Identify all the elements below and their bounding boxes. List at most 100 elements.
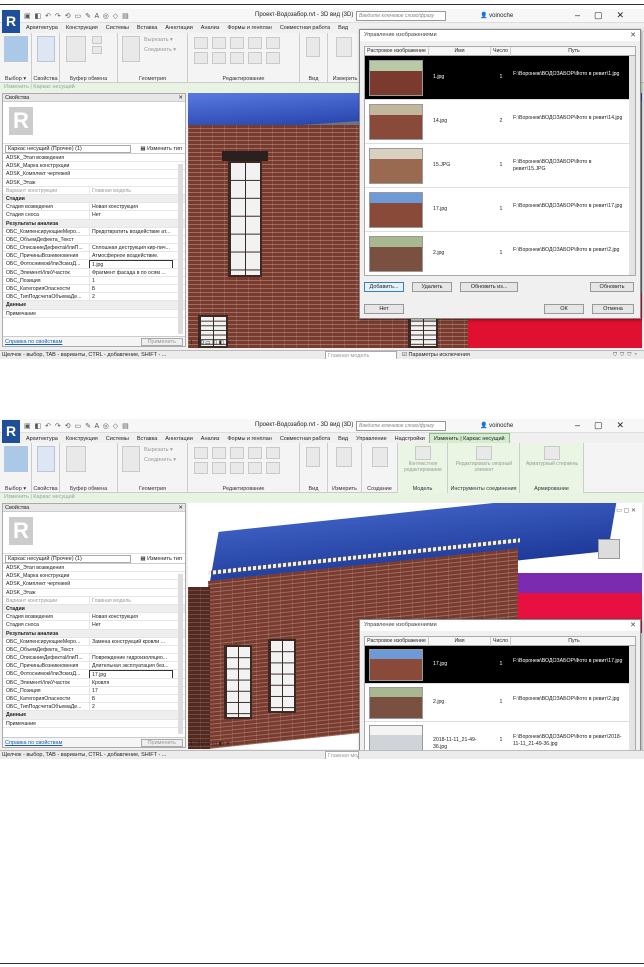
property-value[interactable]: Новая конструкция <box>89 613 173 621</box>
property-row[interactable]: ADSK_Этаж <box>3 589 185 597</box>
property-row[interactable]: ОБС_КатегорияОпасности Б <box>3 285 185 294</box>
quick-access-toolbar[interactable]: ▣ ◧ ↶ ↷ ⟲ ▭ ✎ A ◎ ◇ ▤ <box>24 422 224 431</box>
ok-button[interactable]: ОК <box>544 304 584 314</box>
table-row[interactable]: 2.jpg 1 F:\Воронеж\ВОДОЗАБОР\Фото в ревит\… <box>365 684 635 722</box>
property-row[interactable]: Вариант конструкции Главная модель <box>3 596 185 605</box>
rotate-icon[interactable] <box>194 52 208 64</box>
property-row[interactable]: Примечание <box>3 720 185 728</box>
no-button[interactable]: Нет <box>364 304 404 314</box>
table-row[interactable]: 2.jpg 1 F:\Воронеж\ВОДОЗАБОР\Фото в ревит\… <box>365 232 635 275</box>
cope-icon[interactable] <box>122 446 140 472</box>
window[interactable] <box>224 645 252 719</box>
property-row[interactable]: ОБС_ОписаниеДефектаИлиП... Сплошная дестр… <box>3 244 185 253</box>
properties-section[interactable]: Данные <box>3 711 185 720</box>
type-selector[interactable]: Каркас несущий (Прочее) (1) ▦ Изменить ти… <box>3 144 185 154</box>
property-row[interactable]: ОБС_Позиция 1 <box>3 276 185 285</box>
property-row[interactable]: ADSK_Этап возведения <box>3 154 185 163</box>
property-row[interactable]: ADSK_Этаж <box>3 179 185 187</box>
paste-icon[interactable] <box>66 446 86 472</box>
tab-analyze[interactable]: Анализ <box>197 23 224 33</box>
scale-icon[interactable] <box>266 462 280 474</box>
window[interactable] <box>268 639 296 713</box>
apply-button[interactable]: Применить <box>140 338 183 346</box>
exclusions-checkbox[interactable]: ☑ Параметры исключения <box>402 351 470 359</box>
properties-section[interactable]: Результаты анализа <box>3 629 185 638</box>
close-icon[interactable]: ✕ <box>178 94 183 102</box>
add-button[interactable]: Добавить... <box>364 282 404 292</box>
property-row[interactable]: ОБС_ТипПодсчетаОбъемаДе... 2 <box>3 703 185 712</box>
properties-icon[interactable] <box>37 36 55 62</box>
properties-section[interactable]: Стадии <box>3 194 185 204</box>
property-row[interactable]: Примечание <box>3 310 185 318</box>
properties-help-link[interactable]: Справка по свойствам <box>5 339 62 345</box>
property-row[interactable]: ОБС_ОбъемДефекта_Текст <box>3 646 185 655</box>
tab-modify-structural-framing[interactable]: Изменить | Каркас несущий <box>428 433 510 443</box>
tab-architecture[interactable]: Архитектура <box>22 23 62 33</box>
property-row[interactable]: ОБС_КатегорияОпасности Б <box>3 695 185 704</box>
property-row[interactable]: Стадия возведения Новая конструкция <box>3 613 185 622</box>
side-wall[interactable] <box>188 587 210 749</box>
properties-section[interactable]: Стадии <box>3 604 185 614</box>
close-icon[interactable]: ✕ <box>630 30 636 41</box>
table-row[interactable]: 17.jpg 1 F:\Воронеж\ВОДОЗАБОР\Фото в ревит… <box>365 188 635 232</box>
modify-button[interactable] <box>4 36 28 62</box>
table-row[interactable]: 15.JPG 1 F:\Воронеж\ВОДОЗАБОР\Фото в ревит… <box>365 144 635 188</box>
copy-element-icon[interactable] <box>266 447 280 459</box>
property-row[interactable]: ОБС_ТипПодсчетаОбъемаДе... 2 <box>3 293 185 302</box>
hide-icon[interactable] <box>306 37 320 57</box>
close-icon[interactable]: ✕ <box>630 620 636 631</box>
viewport-window-controls[interactable]: ▭ ▢ ✕ <box>616 507 636 514</box>
property-value[interactable]: Замена конструкций кровли ... <box>89 637 173 645</box>
design-option-field[interactable]: Главная модель <box>325 351 397 359</box>
move-icon[interactable] <box>248 37 262 49</box>
table-row[interactable]: 14.jpg 2 F:\Воронеж\ВОДОЗАБОР\Фото в ревит… <box>365 100 635 144</box>
measure-icon[interactable] <box>336 37 352 57</box>
table-scrollbar[interactable] <box>629 646 635 759</box>
property-value[interactable]: Б <box>89 695 173 703</box>
property-value[interactable]: 2 <box>89 293 173 301</box>
measure-icon[interactable] <box>336 447 352 467</box>
property-row[interactable]: Стадия сноса Нет <box>3 211 185 220</box>
property-value[interactable]: 2 <box>89 703 173 711</box>
property-value[interactable]: 17 <box>89 686 173 694</box>
cut-icon[interactable] <box>92 36 102 44</box>
property-value[interactable]: Длительная эксплуатация без... <box>89 662 173 670</box>
property-value[interactable]: Б <box>89 285 173 293</box>
property-row[interactable]: Вариант конструкции Главная модель <box>3 186 185 195</box>
search-input[interactable]: Введите ключевое слово/фразу <box>356 421 446 431</box>
property-row[interactable]: ADSK_Комплект чертежей <box>3 580 185 589</box>
property-row[interactable]: ADSK_Марка конструкции <box>3 572 185 581</box>
property-value[interactable]: Сплошная деструкция кир-пич... <box>89 244 173 252</box>
split-icon[interactable] <box>230 462 244 474</box>
hide-icon[interactable] <box>306 447 320 467</box>
property-row[interactable]: ADSK_Этап возведения <box>3 564 185 573</box>
move-icon[interactable] <box>248 447 262 459</box>
copy-element-icon[interactable] <box>266 37 280 49</box>
design-option-field[interactable]: Главная модель <box>325 751 359 759</box>
tab-systems[interactable]: Системы <box>102 23 133 33</box>
property-row[interactable]: ОБС_ФотоснимокИлиЭскизД... 1.jpg <box>3 260 185 269</box>
offset-icon[interactable] <box>212 37 226 49</box>
property-value[interactable]: Кровля <box>89 678 173 686</box>
rotate-icon[interactable] <box>194 462 208 474</box>
array-icon[interactable] <box>248 462 262 474</box>
viewcube-icon[interactable] <box>598 539 620 559</box>
property-row[interactable]: ADSK_Марка конструкции <box>3 162 185 171</box>
property-row[interactable]: ОБС_ФотоснимокИлиЭскизД... 17.jpg <box>3 670 185 679</box>
property-row[interactable]: ОБС_ОбъемДефекта_Текст <box>3 236 185 245</box>
property-row[interactable]: ADSK_Комплект чертежей <box>3 170 185 179</box>
align-icon[interactable] <box>194 37 208 49</box>
property-row[interactable]: Стадия возведения Новая конструкция <box>3 203 185 212</box>
array-icon[interactable] <box>248 52 262 64</box>
tab-insert[interactable]: Вставка <box>133 23 161 33</box>
view-scale[interactable]: 1 : 50 ▭ ◫ ◧ ☀ ◌ <box>190 339 250 348</box>
property-row[interactable]: ОБС_ОписаниеДефектаИлиП... Повреждение ги… <box>3 654 185 663</box>
reload-from-button[interactable]: Обновить из... <box>460 282 518 292</box>
refresh-button[interactable]: Обновить <box>590 282 634 292</box>
close-icon[interactable]: ✕ <box>178 504 183 512</box>
view-scale[interactable]: 1 : 50 ▭ ◫ ◧ ☀ ◌ <box>190 740 250 749</box>
in-place-edit-icon[interactable] <box>415 446 431 460</box>
revit-logo-icon[interactable]: R <box>2 420 20 444</box>
property-row[interactable]: ОБС_ПричиныВозникновения Атмосферное возд… <box>3 252 185 261</box>
properties-section[interactable]: Данные <box>3 301 185 310</box>
